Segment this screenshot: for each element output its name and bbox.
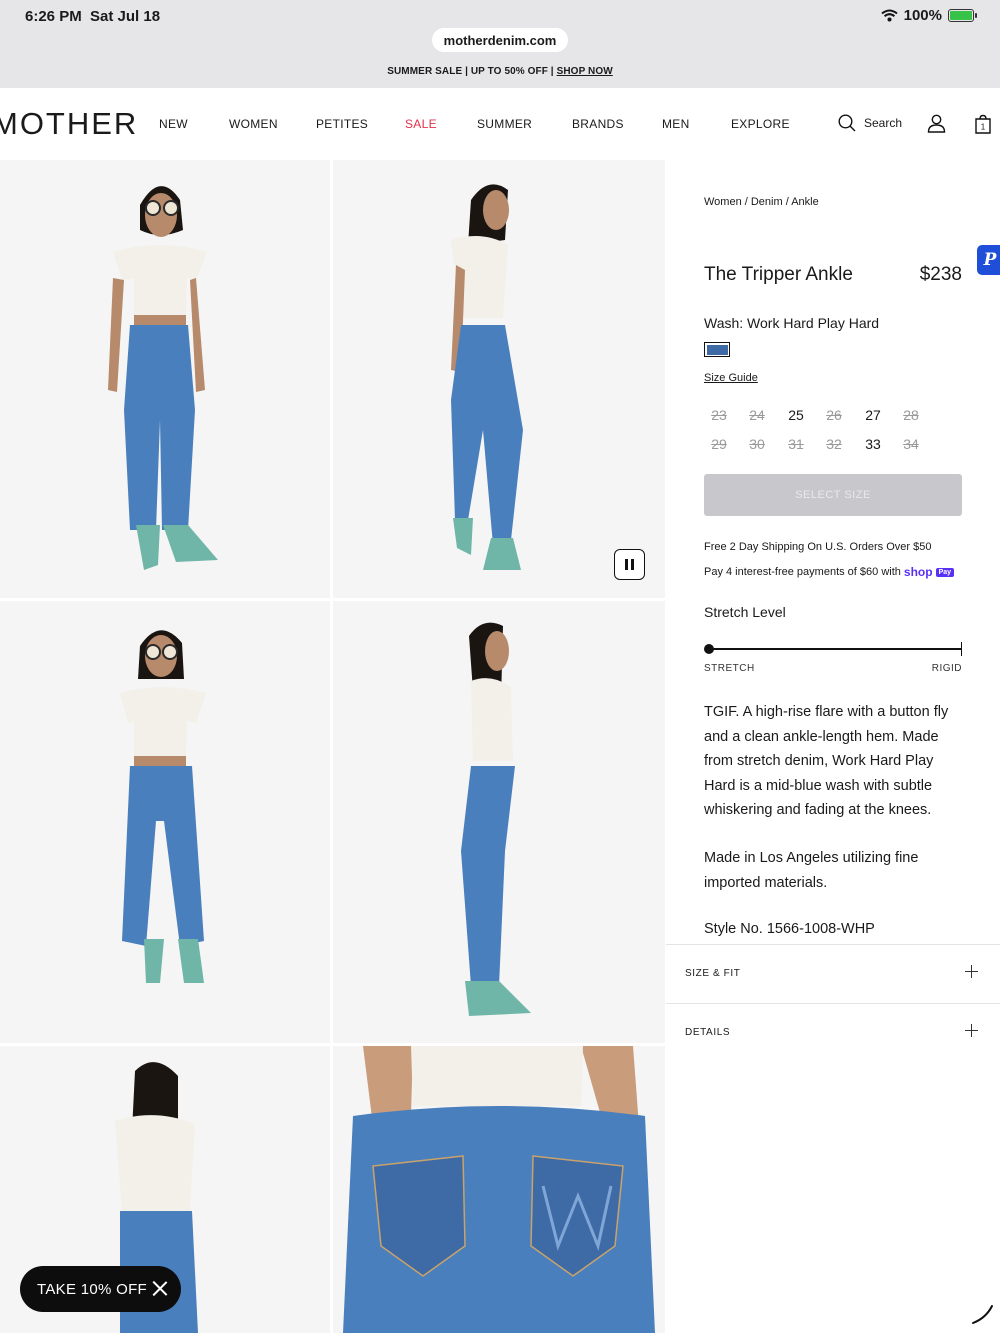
- product-price: $238: [919, 264, 962, 285]
- size-option[interactable]: 24: [742, 407, 772, 423]
- nav-item-women[interactable]: WOMEN: [229, 117, 278, 131]
- battery-percent: 100%: [903, 7, 942, 24]
- size-option[interactable]: 29: [704, 436, 734, 452]
- model-side-illustration: [451, 184, 523, 570]
- accordion-details[interactable]: DETAILS: [666, 1003, 1000, 1061]
- product-image-side[interactable]: [333, 160, 665, 598]
- stretch-level-marker: [704, 644, 714, 654]
- stretch-level-indicator: [704, 642, 962, 656]
- product-description: TGIF. A high-rise flare with a button fl…: [704, 704, 949, 818]
- battery-icon: [948, 9, 977, 22]
- shop-pay-logo: shop: [903, 565, 933, 579]
- nav-item-brands[interactable]: BRANDS: [572, 117, 624, 131]
- shop-now-link[interactable]: SHOP NOW: [557, 66, 613, 77]
- shop-pay-badge: Pay: [935, 567, 955, 577]
- shopping-bag-icon[interactable]: 1: [973, 114, 993, 134]
- size-option[interactable]: 31: [781, 436, 811, 452]
- paypal-tab[interactable]: P: [977, 245, 1000, 275]
- discount-offer-button[interactable]: TAKE 10% OFF: [20, 1266, 181, 1312]
- plus-icon: [965, 1024, 978, 1037]
- product-title: The Tripper Ankle: [704, 264, 853, 285]
- resize-handle-icon[interactable]: [968, 1300, 994, 1326]
- offer-label: TAKE 10% OFF: [37, 1280, 148, 1298]
- nav-item-summer[interactable]: SUMMER: [477, 117, 532, 131]
- installments-note: Pay 4 interest-free payments of $60 with…: [704, 565, 955, 579]
- color-swatch[interactable]: [704, 342, 730, 357]
- size-option[interactable]: 23: [704, 407, 734, 423]
- model-profile-illustration: [461, 622, 531, 1016]
- brand-logo[interactable]: MOTHER: [0, 106, 138, 142]
- size-option[interactable]: 33: [858, 436, 888, 452]
- status-time: 6:26 PM Sat Jul 18: [25, 8, 161, 25]
- account-icon[interactable]: [927, 114, 946, 133]
- accordion-size-fit[interactable]: SIZE & FIT: [666, 944, 1000, 1002]
- site-nav: MOTHER NEW WOMEN PETITES SALE SUMMER BRA…: [0, 88, 1000, 160]
- product-image-profile[interactable]: [333, 601, 665, 1043]
- stretch-max-label: RIGID: [931, 663, 962, 674]
- stretch-min-label: STRETCH: [704, 663, 755, 674]
- model-front-illustration: [108, 186, 218, 570]
- product-details-panel: Women / Denim / Ankle The Tripper Ankle …: [666, 160, 1000, 1333]
- breadcrumb[interactable]: Women / Denim / Ankle: [704, 196, 819, 208]
- size-option[interactable]: 34: [896, 436, 926, 452]
- bag-count: 1: [981, 123, 986, 132]
- model-full-front-illustration: [120, 630, 206, 983]
- nav-item-sale[interactable]: SALE: [405, 117, 437, 131]
- nav-item-new[interactable]: NEW: [159, 117, 188, 131]
- url-bar[interactable]: motherdenim.com: [432, 28, 568, 52]
- accordion-label: SIZE & FIT: [685, 968, 741, 979]
- wifi-icon: [881, 9, 898, 22]
- size-option[interactable]: 28: [896, 407, 926, 423]
- wash-name: Wash: Work Hard Play Hard: [704, 315, 880, 331]
- nav-item-explore[interactable]: EXPLORE: [731, 117, 790, 131]
- promo-banner: SUMMER SALE | UP TO 50% OFF | SHOP NOW: [387, 66, 613, 77]
- close-icon[interactable]: [152, 1281, 167, 1296]
- select-size-button[interactable]: SELECT SIZE: [704, 474, 962, 516]
- nav-item-petites[interactable]: PETITES: [316, 117, 368, 131]
- style-number: Style No. 1566-1008-WHP: [704, 921, 875, 937]
- made-in-note: Made in Los Angeles utilizing fine impor…: [704, 850, 919, 891]
- video-pause-button[interactable]: [614, 549, 645, 580]
- size-option[interactable]: 25: [781, 407, 811, 423]
- size-option[interactable]: 27: [858, 407, 888, 423]
- size-option[interactable]: 26: [819, 407, 849, 423]
- status-indicators: 100%: [881, 7, 977, 24]
- size-guide-link[interactable]: Size Guide: [704, 372, 758, 384]
- search-icon: [838, 114, 856, 132]
- denim-closeup-illustration: [343, 1046, 655, 1333]
- nav-item-men[interactable]: MEN: [662, 117, 690, 131]
- browser-chrome: 6:26 PM Sat Jul 18 100% motherdenim.com …: [0, 0, 1000, 88]
- stretch-level-title: Stretch Level: [704, 604, 786, 620]
- accordion-label: DETAILS: [685, 1027, 731, 1038]
- product-gallery: [0, 160, 665, 1333]
- search-label: Search: [864, 116, 903, 130]
- size-option[interactable]: 30: [742, 436, 772, 452]
- product-image-front[interactable]: [0, 160, 330, 598]
- product-image-detail[interactable]: [333, 1046, 665, 1333]
- search-button[interactable]: Search: [838, 114, 902, 132]
- shipping-note: Free 2 Day Shipping On U.S. Orders Over …: [704, 541, 932, 553]
- size-option[interactable]: 32: [819, 436, 849, 452]
- plus-icon: [965, 965, 978, 978]
- product-image-full-front[interactable]: [0, 601, 330, 1043]
